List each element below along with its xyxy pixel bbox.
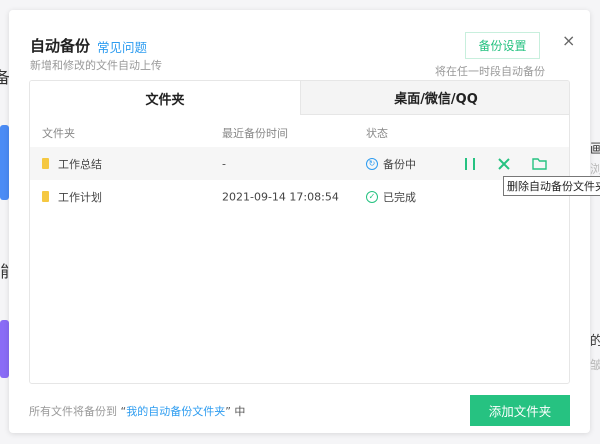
footer-suffix: 中: [230, 405, 246, 418]
folder-icon: [42, 158, 49, 169]
folder-name: 工作总结: [58, 157, 102, 171]
table-row[interactable]: 工作总结 - ↻ 备份中: [30, 147, 569, 180]
pause-icon[interactable]: [464, 157, 476, 171]
background-banner-purple: [0, 320, 9, 378]
folder-icon: [42, 191, 49, 202]
delete-icon[interactable]: [498, 157, 510, 170]
background-text: 浏: [590, 162, 600, 176]
sync-icon: ↻: [366, 157, 378, 170]
footer-note: 所有文件将备份到 “我的自动备份文件夹” 中: [29, 403, 245, 419]
tab-desktop-wechat-qq[interactable]: 桌面/微信/QQ: [300, 81, 569, 115]
auto-backup-folder-link[interactable]: 我的自动备份文件夹: [126, 405, 225, 418]
folder-name: 工作计划: [58, 190, 102, 204]
dialog-title: 自动备份: [30, 37, 91, 55]
tab-folders[interactable]: 文件夹: [30, 81, 300, 115]
backup-settings-button[interactable]: 备份设置: [465, 32, 540, 59]
backup-panel: 文件夹 桌面/微信/QQ 文件夹 最近备份时间 状态 工作总结 - ↻ 备份中 工…: [29, 80, 570, 384]
background-text: 的: [590, 334, 600, 349]
check-circle-icon: ✓: [366, 190, 378, 203]
settings-hint: 将在任一时段自动备份: [435, 65, 545, 78]
background-banner-blue: [0, 125, 9, 200]
tooltip: 删除自动备份文件夹: [503, 176, 600, 196]
dialog-subtitle: 新增和修改的文件自动上传: [30, 59, 162, 72]
last-backup-time: 2021-09-14 17:08:54: [222, 190, 339, 203]
column-last-backup: 最近备份时间: [222, 127, 288, 140]
status-text: 备份中: [383, 157, 416, 171]
column-folder: 文件夹: [42, 127, 75, 140]
last-backup-time: -: [222, 157, 226, 170]
footer-prefix: 所有文件将备份到: [29, 405, 117, 418]
add-folder-button[interactable]: 添加文件夹: [470, 395, 570, 426]
open-folder-icon[interactable]: [532, 157, 547, 170]
faq-link[interactable]: 常见问题: [97, 37, 147, 56]
close-icon[interactable]: ×: [562, 31, 575, 50]
background-text: 画: [590, 142, 600, 157]
status-text: 已完成: [383, 190, 416, 204]
auto-backup-dialog: 自动备份 常见问题 新增和修改的文件自动上传 备份设置 将在任一时段自动备份 ×…: [9, 10, 590, 433]
table-row[interactable]: 工作计划 2021-09-14 17:08:54 ✓ 已完成: [30, 180, 569, 213]
column-status: 状态: [366, 127, 388, 140]
table-header: 文件夹 最近备份时间 状态: [30, 119, 569, 147]
background-text: 皱: [590, 358, 600, 372]
